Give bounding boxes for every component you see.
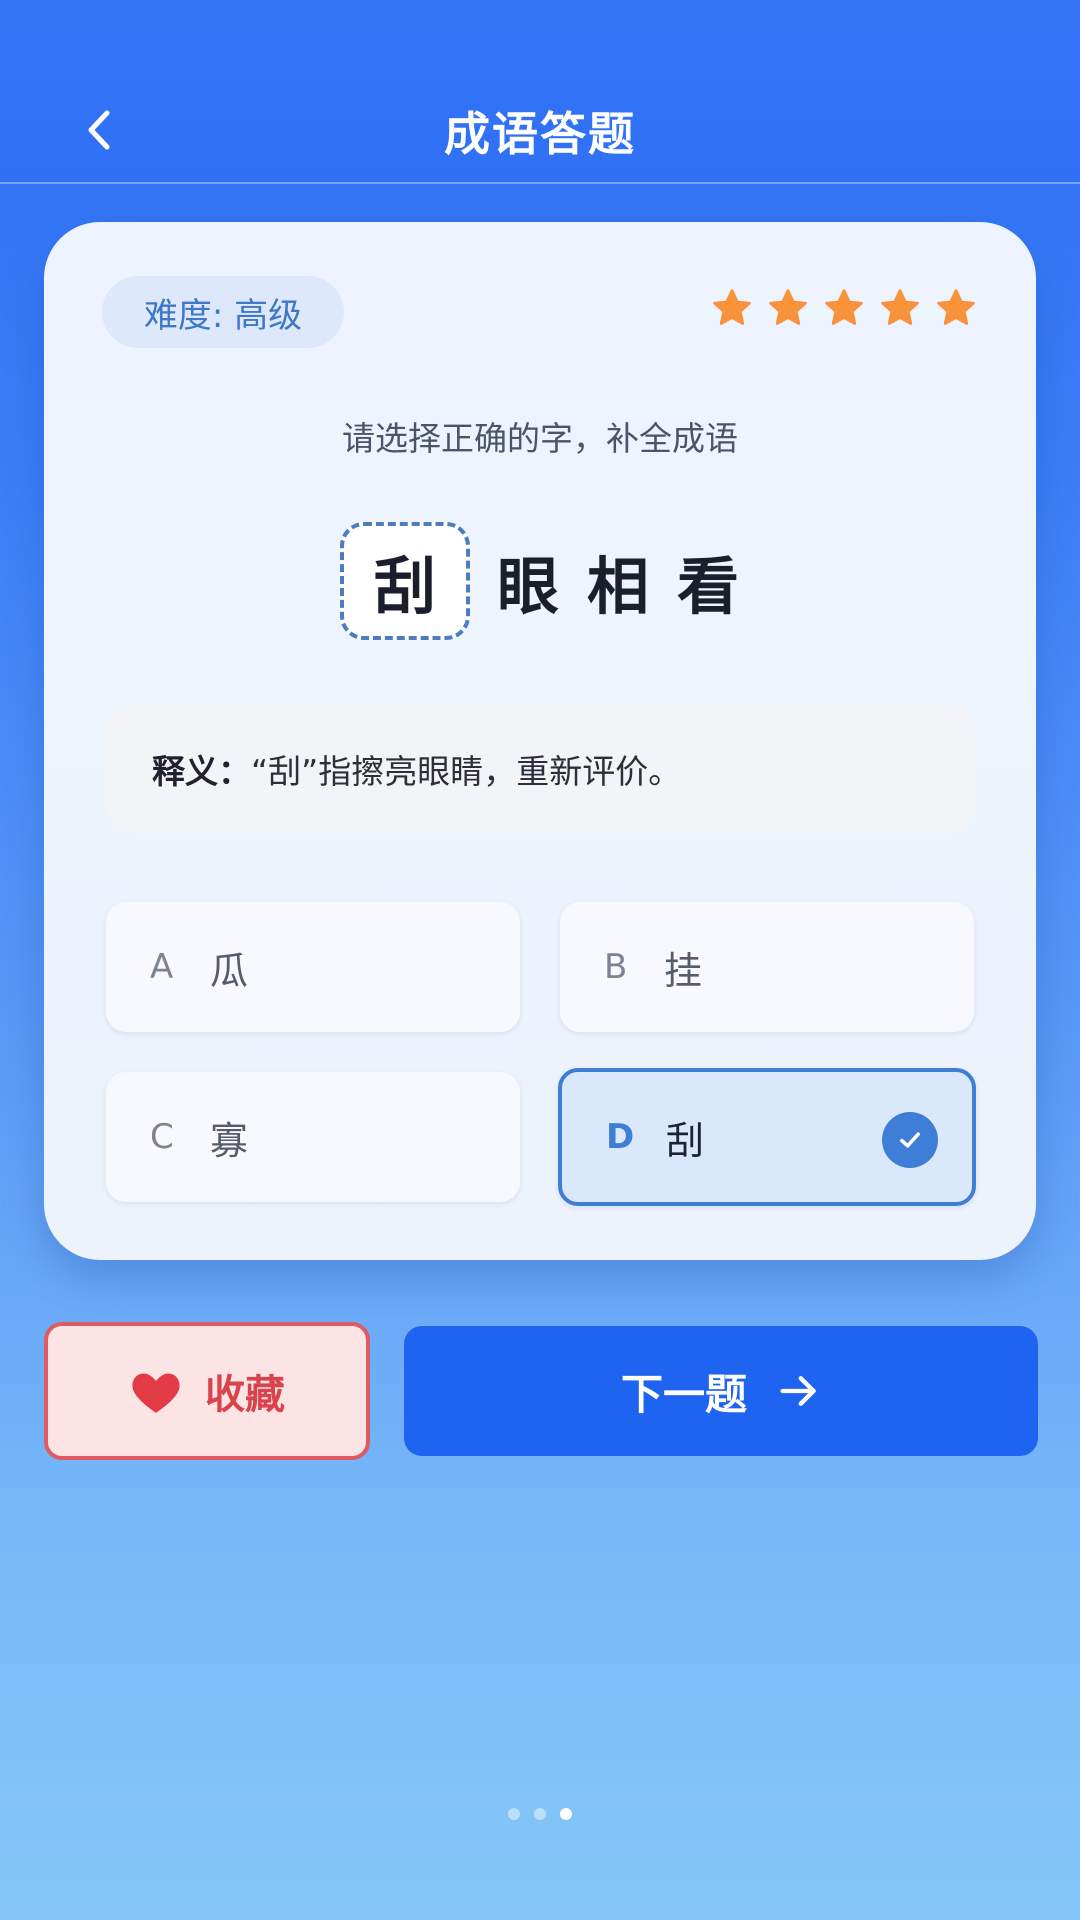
next-label: 下一题 [620,1369,747,1419]
page-title: 成语答题 [444,107,636,161]
star-icon [713,289,751,325]
option-a[interactable]: A 瓜 [106,902,520,1032]
favorite-button[interactable]: 收藏 [44,1322,370,1460]
idiom-char: 眼 [496,550,559,623]
heart-icon [132,1373,180,1413]
arrow-right-icon [780,1376,816,1406]
option-letter: C [150,1117,174,1157]
star-icon [937,289,975,325]
difficulty-badge: 难度: 高级 [102,276,344,348]
option-c[interactable]: C 寡 [106,1072,520,1202]
option-d[interactable]: D 刮 [558,1068,976,1206]
option-letter: D [606,1117,635,1157]
next-question-button[interactable]: 下一题 [404,1326,1038,1456]
star-icon [881,289,919,325]
question-instruction: 请选择正确的字，补全成语 [342,419,738,458]
option-letter: B [604,947,628,987]
option-char: 刮 [666,1118,705,1163]
idiom-blank-slot: 刮 [340,522,470,640]
idiom-char: 相 [586,550,649,623]
star-icon [825,289,863,325]
page-dot[interactable] [508,1808,520,1820]
idiom-char: 看 [676,550,739,623]
page-indicator [0,1808,1080,1820]
star-rating [710,286,978,330]
option-char: 瓜 [210,948,249,993]
page-dot-active[interactable] [560,1808,572,1820]
star-icon [769,289,807,325]
explanation-label: 释义： [152,752,251,791]
check-icon [882,1112,938,1168]
favorite-label: 收藏 [205,1372,285,1418]
idiom-display: 刮 眼 相 看 [44,522,1036,640]
option-char: 寡 [210,1118,249,1163]
page-dot[interactable] [534,1808,546,1820]
explanation-box: 释义： “刮”指擦亮眼睛，重新评价。 [106,704,976,834]
explanation-text: “刮”指擦亮眼睛，重新评价。 [251,752,682,791]
option-letter: A [150,947,174,987]
option-char: 挂 [664,948,703,993]
header-bar: 成语答题 [0,0,1080,184]
option-b[interactable]: B 挂 [560,902,974,1032]
question-card: 难度: 高级 请选择正确的字，补全成语 刮 眼 相 看 释义： “刮”指擦亮眼睛… [44,222,1036,1260]
